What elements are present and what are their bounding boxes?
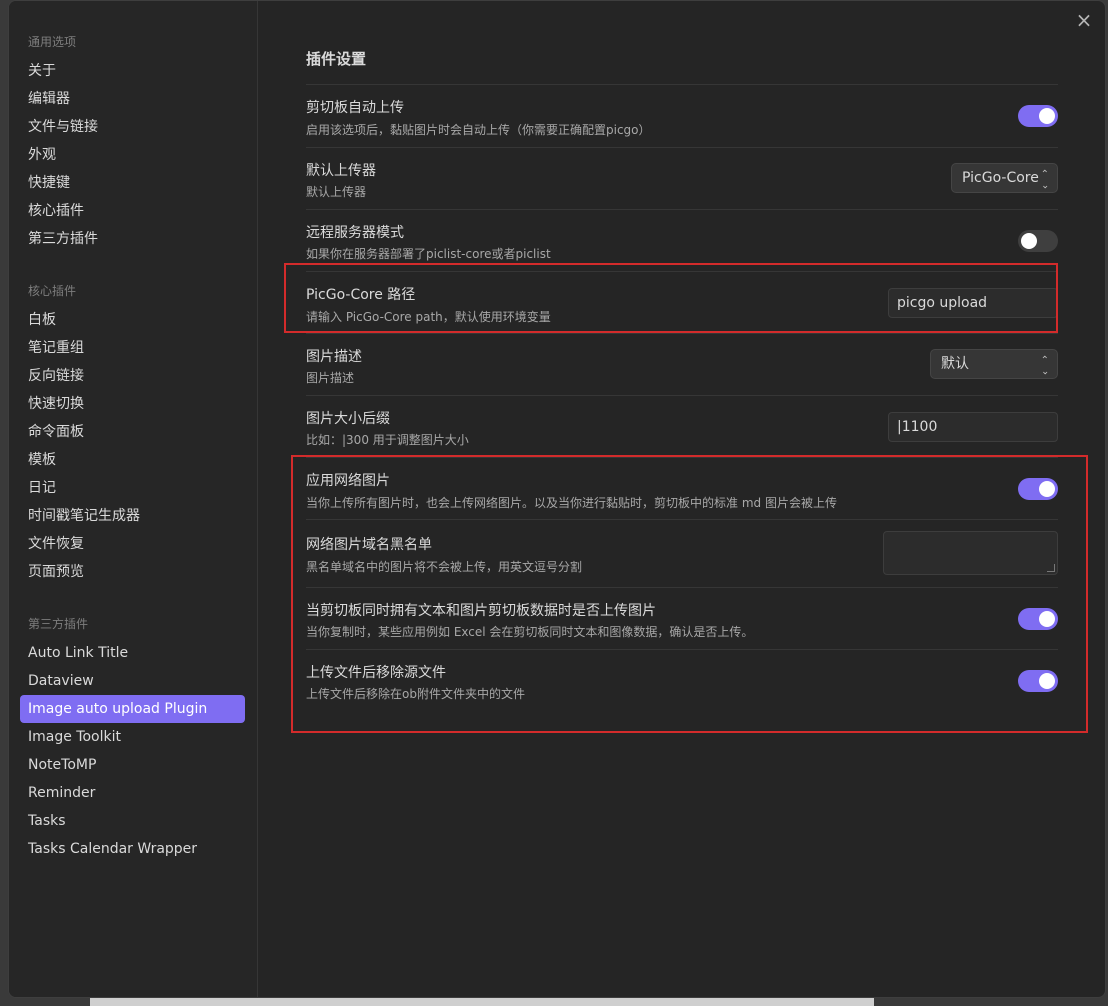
remote-server-mode-toggle[interactable]: [1018, 230, 1058, 252]
image-size-suffix-input[interactable]: |1100: [888, 412, 1058, 442]
settings-list: 剪切板自动上传 启用该选项后，黏贴图片时会自动上传（你需要正确配置picgo） …: [306, 84, 1058, 712]
toggle-knob: [1039, 481, 1055, 497]
select-value: 默认: [941, 356, 969, 372]
sidebar-item-about[interactable]: 关于: [20, 57, 245, 85]
toggle-knob: [1021, 233, 1037, 249]
sidebar-item-note-composer[interactable]: 笔记重组: [20, 334, 245, 362]
setting-name: 远程服务器模式: [306, 225, 404, 241]
apply-network-images-toggle[interactable]: [1018, 478, 1058, 500]
setting-description: 黑名单域名中的图片将不会被上传，用英文逗号分割: [306, 560, 583, 574]
section-title: 插件设置: [306, 50, 367, 68]
sidebar-item-notetomp[interactable]: NoteToMP: [20, 751, 245, 779]
toggle-knob: [1039, 611, 1055, 627]
sidebar-item-editor[interactable]: 编辑器: [20, 85, 245, 113]
settings-content: 插件设置 剪切板自动上传 启用该选项后，黏贴图片时会自动上传（你需要正确配置pi…: [258, 1, 1105, 997]
setting-row-clipboard-auto-upload: 剪切板自动上传 启用该选项后，黏贴图片时会自动上传（你需要正确配置picgo）: [306, 85, 1058, 148]
setting-description: 上传文件后移除在ob附件文件夹中的文件: [306, 687, 525, 701]
sidebar-group-title: 通用选项: [28, 35, 77, 49]
setting-name: 上传文件后移除源文件: [306, 665, 446, 681]
setting-description: 当你上传所有图片时，也会上传网络图片。以及当你进行黏贴时，剪切板中的标准 md …: [306, 496, 837, 510]
sidebar-item-tasks[interactable]: Tasks: [20, 807, 245, 835]
sidebar-item-tasks-calendar-wrapper[interactable]: Tasks Calendar Wrapper: [20, 835, 245, 863]
sidebar-item-templates[interactable]: 模板: [20, 446, 245, 474]
setting-row-apply-network-images: 应用网络图片 当你上传所有图片时，也会上传网络图片。以及当你进行黏贴时，剪切板中…: [306, 458, 1058, 520]
select-value: PicGo-Core: [962, 170, 1039, 186]
toggle-knob: [1039, 673, 1055, 689]
setting-name: 图片描述: [306, 349, 362, 365]
sidebar-item-daily-notes[interactable]: 日记: [20, 474, 245, 502]
sidebar-group-community: Auto Link Title Dataview Image auto uplo…: [9, 639, 257, 863]
sidebar-item-dataview[interactable]: Dataview: [20, 667, 245, 695]
sidebar-item-command-palette[interactable]: 命令面板: [20, 418, 245, 446]
domain-blacklist-textarea[interactable]: [883, 531, 1058, 575]
setting-description: 当你复制时，某些应用例如 Excel 会在剪切板同时文本和图像数据，确认是否上传…: [306, 625, 754, 639]
sidebar-item-image-toolkit[interactable]: Image Toolkit: [20, 723, 245, 751]
resize-handle-icon[interactable]: [1047, 564, 1055, 572]
settings-sidebar: 通用选项 关于 编辑器 文件与链接 外观 快捷键 核心插件 第三方插件 核心插件…: [9, 1, 258, 997]
setting-name: 图片大小后缀: [306, 411, 390, 427]
clipboard-auto-upload-toggle[interactable]: [1018, 105, 1058, 127]
sidebar-item-auto-link-title[interactable]: Auto Link Title: [20, 639, 245, 667]
sidebar-item-reminder[interactable]: Reminder: [20, 779, 245, 807]
sidebar-item-files-links[interactable]: 文件与链接: [20, 113, 245, 141]
sidebar-group-title: 第三方插件: [28, 617, 89, 631]
sidebar-item-core-plugins[interactable]: 核心插件: [20, 197, 245, 225]
sidebar-group-general: 关于 编辑器 文件与链接 外观 快捷键 核心插件 第三方插件: [9, 57, 257, 253]
chevron-updown-icon: ⌃ ⌃: [1040, 355, 1049, 376]
sidebar-item-community-plugins[interactable]: 第三方插件: [20, 225, 245, 253]
sidebar-item-appearance[interactable]: 外观: [20, 141, 245, 169]
background-window-strip: [90, 998, 874, 1006]
setting-row-image-description: 图片描述 图片描述 默认 ⌃ ⌃: [306, 334, 1058, 396]
setting-name: 应用网络图片: [306, 473, 390, 489]
setting-row-default-uploader: 默认上传器 默认上传器 PicGo-Core ⌃ ⌃: [306, 148, 1058, 210]
sidebar-item-canvas[interactable]: 白板: [20, 306, 245, 334]
sidebar-item-page-preview[interactable]: 页面预览: [20, 558, 245, 586]
remove-source-file-toggle[interactable]: [1018, 670, 1058, 692]
sidebar-item-backlinks[interactable]: 反向链接: [20, 362, 245, 390]
setting-row-clipboard-text-and-image: 当剪切板同时拥有文本和图片剪切板数据时是否上传图片 当你复制时，某些应用例如 E…: [306, 588, 1058, 650]
sidebar-item-quick-switcher[interactable]: 快速切换: [20, 390, 245, 418]
toggle-knob: [1039, 108, 1055, 124]
default-uploader-select[interactable]: PicGo-Core ⌃ ⌃: [951, 163, 1058, 193]
setting-name: 默认上传器: [306, 163, 376, 179]
setting-description: 默认上传器: [306, 185, 367, 199]
sidebar-item-file-recovery[interactable]: 文件恢复: [20, 530, 245, 558]
sidebar-item-unique-note-creator[interactable]: 时间戳笔记生成器: [20, 502, 245, 530]
setting-description: 比如：|300 用于调整图片大小: [306, 433, 469, 447]
sidebar-item-image-auto-upload[interactable]: Image auto upload Plugin: [20, 695, 245, 723]
setting-row-remove-source-file: 上传文件后移除源文件 上传文件后移除在ob附件文件夹中的文件: [306, 650, 1058, 712]
setting-name: PicGo-Core 路径: [306, 287, 416, 303]
sidebar-group-core: 白板 笔记重组 反向链接 快速切换 命令面板 模板 日记 时间戳笔记生成器 文件…: [9, 306, 257, 586]
setting-row-image-size-suffix: 图片大小后缀 比如：|300 用于调整图片大小 |1100: [306, 396, 1058, 458]
setting-row-remote-server-mode: 远程服务器模式 如果你在服务器部署了piclist-core或者piclist: [306, 210, 1058, 272]
sidebar-item-hotkeys[interactable]: 快捷键: [20, 169, 245, 197]
setting-name: 网络图片域名黑名单: [306, 537, 432, 553]
image-description-select[interactable]: 默认 ⌃ ⌃: [930, 349, 1058, 379]
setting-description: 图片描述: [306, 371, 355, 385]
setting-description: 启用该选项后，黏贴图片时会自动上传（你需要正确配置picgo）: [306, 123, 651, 137]
picgo-path-input[interactable]: picgo upload: [888, 288, 1058, 318]
clipboard-text-image-toggle[interactable]: [1018, 608, 1058, 630]
setting-row-picgo-path: PicGo-Core 路径 请输入 PicGo-Core path，默认使用环境…: [306, 272, 1058, 334]
settings-modal: 通用选项 关于 编辑器 文件与链接 外观 快捷键 核心插件 第三方插件 核心插件…: [8, 0, 1106, 998]
sidebar-group-title: 核心插件: [28, 284, 77, 298]
setting-description: 如果你在服务器部署了piclist-core或者piclist: [306, 247, 551, 261]
setting-name: 当剪切板同时拥有文本和图片剪切板数据时是否上传图片: [306, 603, 656, 619]
chevron-updown-icon: ⌃ ⌃: [1040, 169, 1049, 190]
setting-name: 剪切板自动上传: [306, 100, 404, 116]
setting-description: 请输入 PicGo-Core path，默认使用环境变量: [306, 310, 551, 324]
setting-row-domain-blacklist: 网络图片域名黑名单 黑名单域名中的图片将不会被上传，用英文逗号分割: [306, 520, 1058, 588]
